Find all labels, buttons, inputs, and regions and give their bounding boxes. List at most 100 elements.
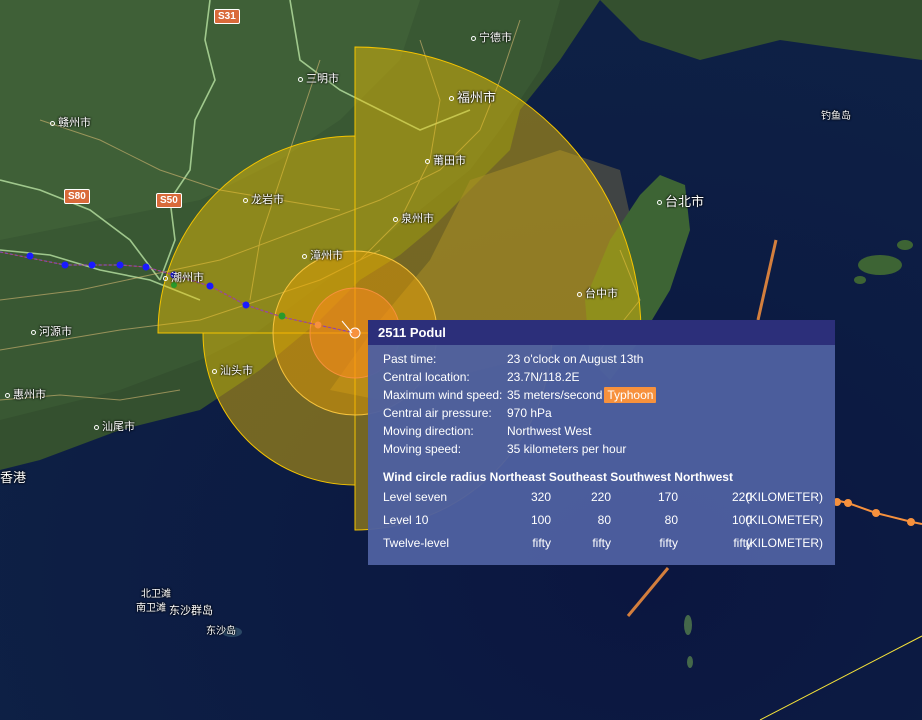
city-label-shantou[interactable]: 汕头市 <box>212 364 253 377</box>
wind-radius-sw: fifty <box>659 536 678 550</box>
city-label: 宁德市 <box>479 31 512 44</box>
detail-value: 35 meters/second <box>507 388 603 402</box>
wind-radius-sw: 80 <box>664 513 678 527</box>
city-label: 北卫滩 <box>141 589 171 600</box>
track-point <box>314 321 322 329</box>
track-point <box>116 261 124 269</box>
city-marker-icon <box>50 120 55 126</box>
city-marker-icon <box>94 424 99 430</box>
city-label: 钓鱼岛 <box>821 111 851 122</box>
city-label: 惠州市 <box>13 388 46 401</box>
city-label: 香港 <box>0 471 27 486</box>
wind-level: Level seven <box>383 490 448 504</box>
city-label: 潮州市 <box>171 271 204 284</box>
city-label: 赣州市 <box>58 116 91 129</box>
city-label-taipei[interactable]: 台北市 <box>657 196 704 209</box>
detail-label: Moving direction: <box>383 424 474 438</box>
track-point <box>88 261 96 269</box>
city-label: 龙岩市 <box>251 193 284 206</box>
city-label: 台北市 <box>665 195 705 210</box>
city-label-nanweitan[interactable]: 南卫滩 <box>136 602 166 615</box>
detail-label: Central location: <box>383 370 470 384</box>
wind-radius-se: 220 <box>590 490 611 504</box>
city-marker-icon <box>163 275 168 281</box>
city-marker-icon <box>212 368 217 374</box>
wind-radius-ne: 320 <box>530 490 551 504</box>
track-point <box>142 263 150 271</box>
detail-value: 970 hPa <box>507 406 552 420</box>
city-label-taichung[interactable]: 台中市 <box>577 287 618 300</box>
city-marker-icon <box>449 96 454 101</box>
detail-row-moving-speed: Moving speed: 35 kilometers per hour <box>383 440 823 458</box>
city-marker-icon <box>471 35 476 41</box>
road-shield-s50: S50 <box>156 193 182 208</box>
detail-value: 23.7N/118.2E <box>507 370 580 384</box>
detail-label: Maximum wind speed: <box>383 388 503 402</box>
city-label-longyan[interactable]: 龙岩市 <box>243 193 284 206</box>
city-label-hongkong[interactable]: 香港 <box>0 472 26 485</box>
track-point <box>26 252 34 260</box>
road-shield-s31: S31 <box>214 9 240 24</box>
road-shield-s80: S80 <box>64 189 90 204</box>
wind-radius-unit: (KILOMETER) <box>745 490 823 504</box>
wind-circle-table: Wind circle radius Northeast Southeast S… <box>383 468 823 555</box>
wind-table-row: Level 10 100 80 80 100 (KILOMETER) <box>383 509 823 532</box>
city-label-zhangzhou[interactable]: 漳州市 <box>302 249 343 262</box>
wind-radius-unit: (KILOMETER) <box>745 513 823 527</box>
detail-label: Past time: <box>383 352 437 366</box>
city-label: 福州市 <box>457 91 497 106</box>
city-label-sanming[interactable]: 三明市 <box>298 72 339 85</box>
detail-label: Central air pressure: <box>383 406 492 420</box>
city-label-dongsha-islands[interactable]: 东沙群岛 <box>169 604 213 617</box>
city-marker-icon <box>31 329 36 335</box>
city-label-chaozhou[interactable]: 潮州市 <box>163 271 204 284</box>
detail-row-max-wind-speed: Maximum wind speed: 35 meters/second Typh… <box>383 386 823 404</box>
track-point <box>61 261 69 269</box>
city-label-heyuan[interactable]: 河源市 <box>31 325 72 338</box>
typhoon-details: Past time: 23 o'clock on August 13th Cen… <box>383 350 823 458</box>
city-marker-icon <box>425 158 430 164</box>
wind-radius-se: fifty <box>592 536 611 550</box>
detail-value: 23 o'clock on August 13th <box>507 352 644 366</box>
city-label-diaoyudao[interactable]: 钓鱼岛 <box>821 110 851 123</box>
city-label-putian[interactable]: 莆田市 <box>425 154 466 167</box>
city-label: 汕头市 <box>220 364 253 377</box>
city-label-dongsha-island[interactable]: 东沙岛 <box>206 625 236 638</box>
city-label-ganzhou[interactable]: 赣州市 <box>50 116 91 129</box>
city-label-ningde[interactable]: 宁德市 <box>471 31 512 44</box>
city-label: 东沙群岛 <box>169 604 213 617</box>
wind-table-header: Wind circle radius Northeast Southeast S… <box>383 470 733 484</box>
wind-radius-se: 80 <box>597 513 611 527</box>
city-label: 泉州市 <box>401 212 434 225</box>
wind-level: Twelve-level <box>383 536 450 550</box>
city-label-huizhou[interactable]: 惠州市 <box>5 388 46 401</box>
city-label-beiweitan[interactable]: 北卫滩 <box>141 588 171 601</box>
city-label-quanzhou[interactable]: 泉州市 <box>393 212 434 225</box>
wind-radius-sw: 170 <box>657 490 678 504</box>
wind-radius-ne: fifty <box>532 536 551 550</box>
detail-row-moving-direction: Moving direction: Northwest West <box>383 422 823 440</box>
city-label: 台中市 <box>585 287 618 300</box>
popup-title: 2511 Podul <box>368 320 835 345</box>
city-marker-icon <box>657 200 662 205</box>
city-label-shanwei[interactable]: 汕尾市 <box>94 420 135 433</box>
city-label: 漳州市 <box>310 249 343 262</box>
detail-row-central-location: Central location: 23.7N/118.2E <box>383 368 823 386</box>
city-marker-icon <box>302 253 307 259</box>
city-label: 河源市 <box>39 325 72 338</box>
detail-value: Northwest West <box>507 424 592 438</box>
wind-table-row: Twelve-level fifty fifty fifty fifty (KI… <box>383 532 823 555</box>
city-label-fuzhou[interactable]: 福州市 <box>449 92 496 105</box>
track-point <box>206 282 214 290</box>
wind-table-row: Level seven 320 220 170 220 (KILOMETER) <box>383 486 823 509</box>
detail-value: 35 kilometers per hour <box>507 442 627 456</box>
track-point <box>278 312 286 320</box>
detail-row-past-time: Past time: 23 o'clock on August 13th <box>383 350 823 368</box>
city-label: 莆田市 <box>433 154 466 167</box>
track-point <box>242 301 250 309</box>
typhoon-info-popup: 2511 Podul Past time: 23 o'clock on Augu… <box>368 320 835 565</box>
city-marker-icon <box>298 76 303 82</box>
city-marker-icon <box>577 291 582 297</box>
detail-value-wrap: 35 meters/second Typhoon <box>507 386 657 404</box>
city-marker-icon <box>243 197 248 203</box>
